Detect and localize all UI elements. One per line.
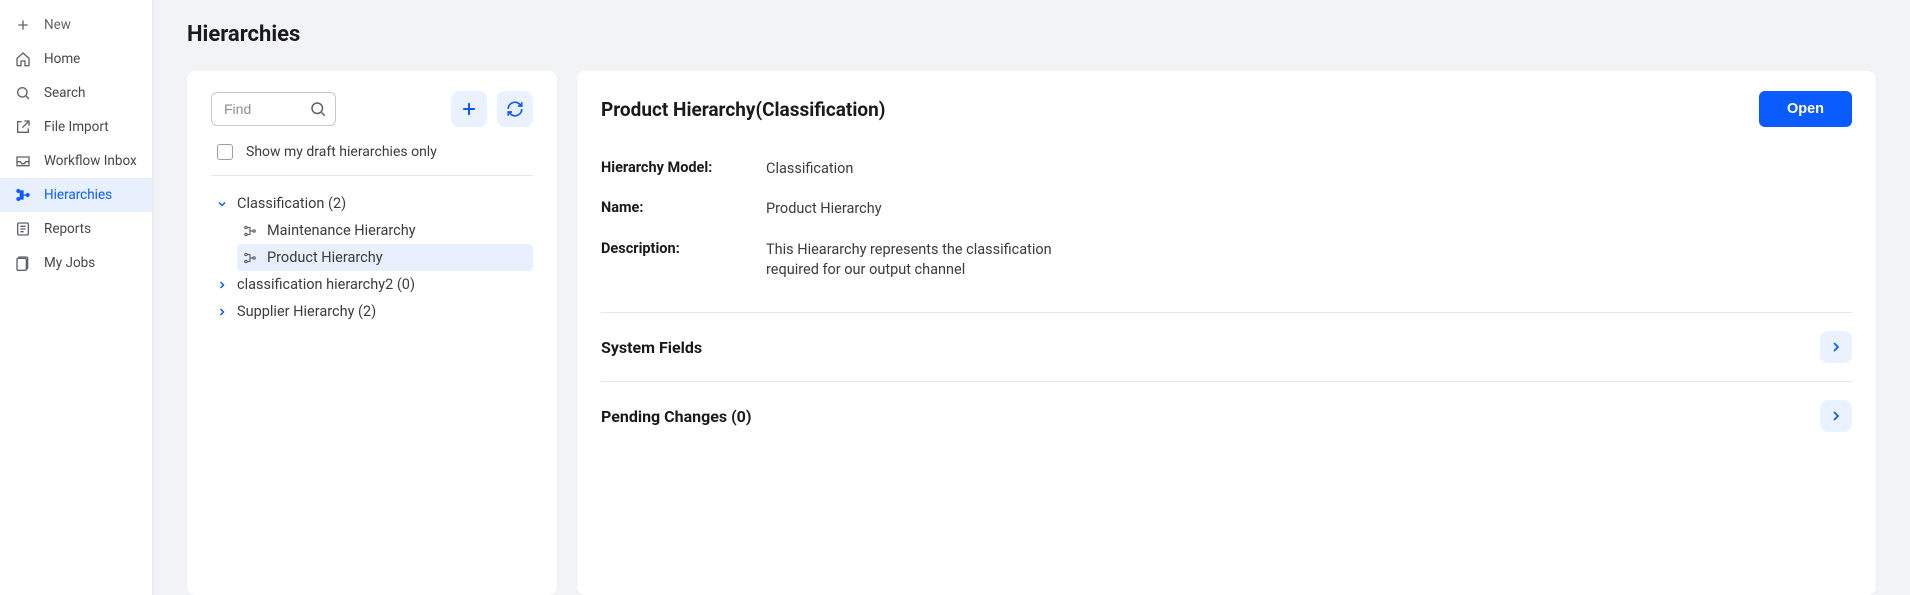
draft-only-checkbox[interactable] [217,144,233,160]
tree-children: Maintenance Hierarchy Product Hierarchy [211,217,533,271]
sidebar-item-workflow-inbox[interactable]: Workflow Inbox [0,144,152,178]
tree-group-supplier[interactable]: Supplier Hierarchy (2) [211,298,533,325]
hierarchy-icon [14,186,32,204]
jobs-icon [14,254,32,272]
new-button[interactable]: New [0,8,152,42]
accordion-system-fields[interactable]: System Fields [601,313,1852,382]
sidebar-item-my-jobs[interactable]: My Jobs [0,246,152,280]
find-input-wrap [211,92,441,126]
refresh-button[interactable] [497,91,533,127]
tree-leaf-label: Product Hierarchy [267,249,383,266]
inbox-icon [14,152,32,170]
search-icon [14,84,32,102]
chevron-right-icon [215,306,229,318]
sidebar-item-home[interactable]: Home [0,42,152,76]
sidebar-item-label: Home [44,51,80,67]
tree-group-label: Classification (2) [237,195,346,212]
sidebar-item-file-import[interactable]: File Import [0,110,152,144]
plus-icon [14,16,32,34]
sidebar-item-label: File Import [44,119,109,135]
search-icon [309,100,327,118]
accordion-pending-changes[interactable]: Pending Changes (0) [601,382,1852,450]
hierarchy-tree: Classification (2) Maintenance Hierarchy… [211,176,533,325]
sidebar-item-label: Search [44,85,85,101]
chevron-right-icon[interactable] [1820,331,1852,363]
sidebar-item-label: Hierarchies [44,187,112,203]
new-label: New [44,17,71,33]
field-label: Description: [601,240,766,281]
tree-group-classification2[interactable]: classification hierarchy2 (0) [211,271,533,298]
sidebar-item-label: Reports [44,221,91,237]
home-icon [14,50,32,68]
chevron-down-icon [215,198,229,210]
detail-title: Product Hierarchy(Classification) [601,98,885,121]
reports-icon [14,220,32,238]
draft-only-toggle[interactable]: Show my draft hierarchies only [211,127,533,176]
sidebar-item-hierarchies[interactable]: Hierarchies [0,178,152,212]
chevron-right-icon[interactable] [1820,400,1852,432]
tree-group-label: classification hierarchy2 (0) [237,276,415,293]
field-name: Name: Product Hierarchy [601,189,1852,229]
hierarchy-detail-panel: Product Hierarchy(Classification) Open H… [577,71,1876,595]
import-icon [14,118,32,136]
chevron-right-icon [215,279,229,291]
field-label: Hierarchy Model: [601,159,766,179]
field-value: This Hieararchy represents the classific… [766,240,1106,281]
sidebar-item-search[interactable]: Search [0,76,152,110]
sidebar-item-label: Workflow Inbox [44,153,137,169]
hierarchy-list-panel: Show my draft hierarchies only Classific… [187,71,557,595]
accordion-title: System Fields [601,338,702,357]
panels-row: Show my draft hierarchies only Classific… [187,71,1876,595]
draft-only-label: Show my draft hierarchies only [246,144,437,160]
sidebar: New Home Search File Import Workflow Inb… [0,0,153,595]
field-value: Product Hierarchy [766,199,882,219]
detail-header: Product Hierarchy(Classification) Open [601,91,1852,127]
sidebar-item-label: My Jobs [44,255,95,271]
page-title: Hierarchies [187,22,1876,47]
tree-leaf-maintenance-hierarchy[interactable]: Maintenance Hierarchy [237,217,533,244]
hierarchy-icon [243,251,259,265]
tree-leaf-product-hierarchy[interactable]: Product Hierarchy [237,244,533,271]
search-row [211,91,533,127]
tree-group-label: Supplier Hierarchy (2) [237,303,376,320]
field-label: Name: [601,199,766,219]
tree-group-classification[interactable]: Classification (2) [211,190,533,217]
hierarchy-icon [243,224,259,238]
sidebar-item-reports[interactable]: Reports [0,212,152,246]
main-area: Hierarchies Show my dra [153,0,1910,595]
tree-leaf-label: Maintenance Hierarchy [267,222,416,239]
accordion-title: Pending Changes (0) [601,407,751,426]
add-hierarchy-button[interactable] [451,91,487,127]
field-description: Description: This Hieararchy represents … [601,230,1852,291]
field-value: Classification [766,159,853,179]
open-button[interactable]: Open [1759,91,1852,127]
field-hierarchy-model: Hierarchy Model: Classification [601,149,1852,189]
